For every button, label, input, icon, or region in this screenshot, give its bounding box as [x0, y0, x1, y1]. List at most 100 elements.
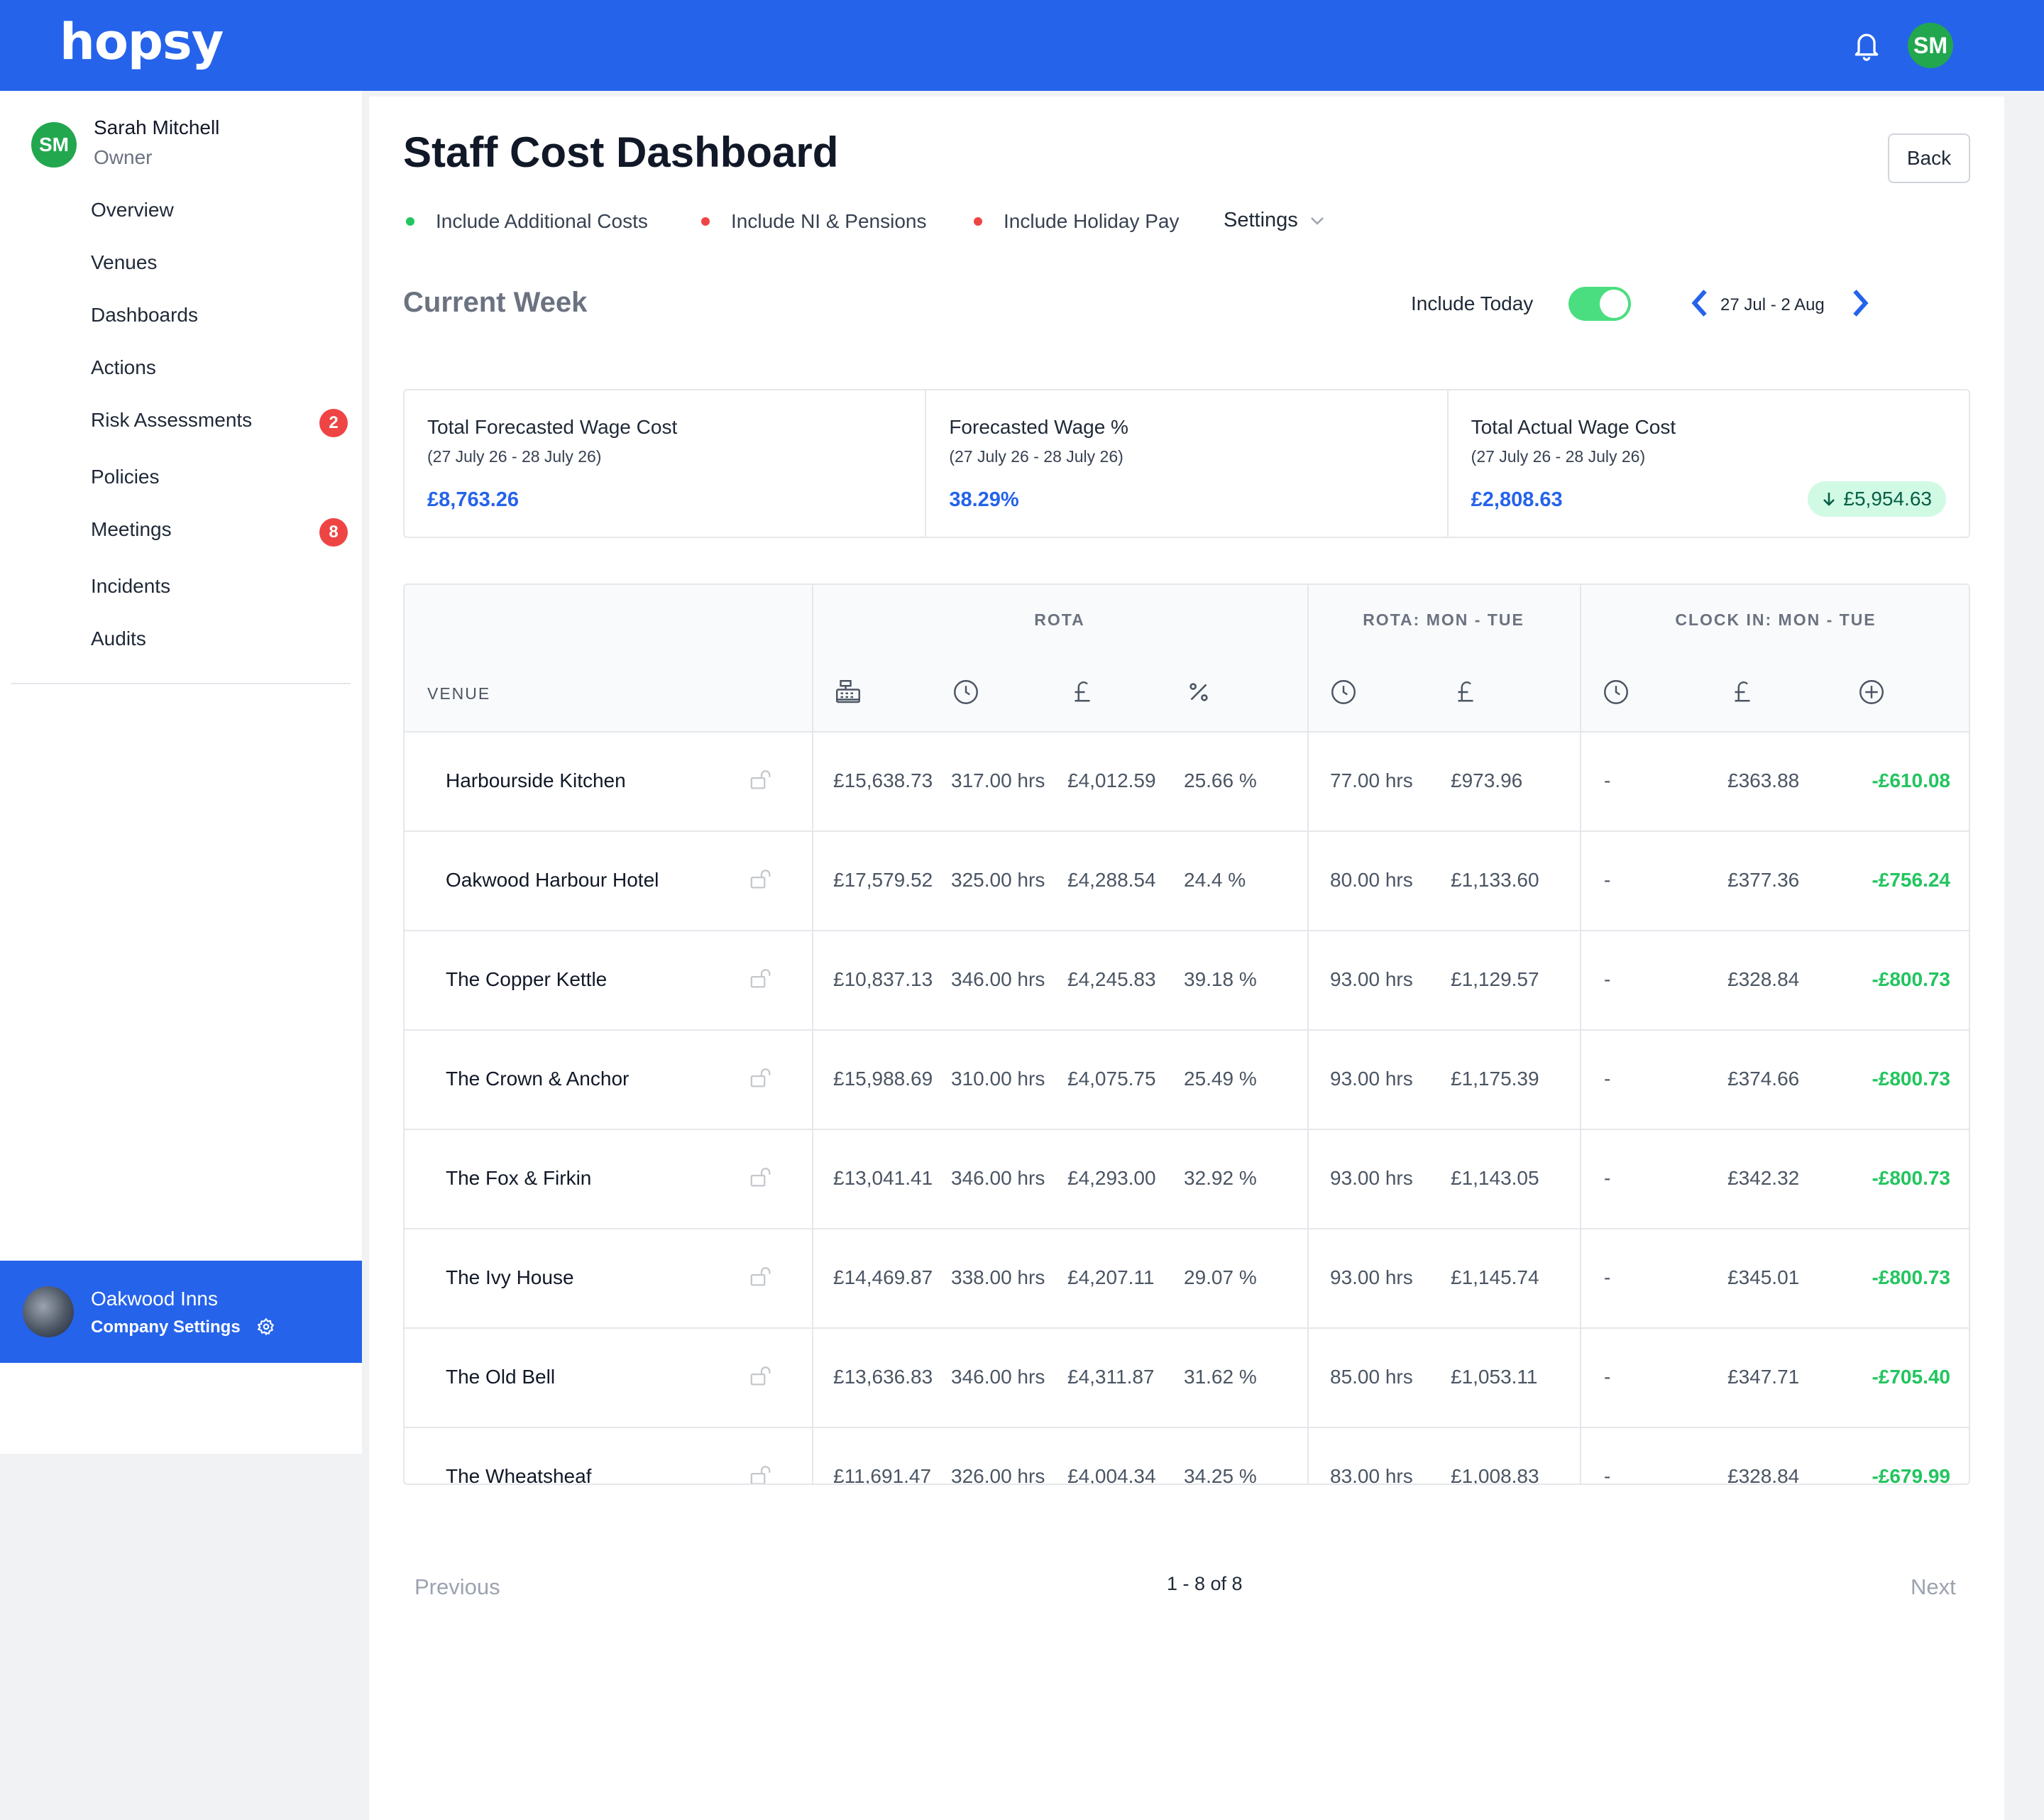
pagination-info: 1 - 8 of 8: [1167, 1573, 1243, 1594]
cell-rota-cost: £4,075.75: [1067, 1068, 1156, 1090]
sidebar-item-venues[interactable]: Venues: [91, 251, 157, 274]
top-user-avatar[interactable]: SM: [1908, 23, 1953, 68]
company-avatar: [23, 1286, 74, 1337]
cell-rota-cost: £4,004.34: [1067, 1465, 1156, 1485]
include-today-toggle[interactable]: [1568, 287, 1631, 321]
cell-venue-name[interactable]: The Ivy House: [446, 1266, 574, 1289]
cell-rota-hours: 346.00 hrs: [951, 968, 1045, 990]
cell-forecast-sales: £11,691.47: [833, 1465, 932, 1485]
cell-clock-in-difference: -£800.73: [1872, 968, 1950, 990]
table-row[interactable]: The Crown & Anchor £15,988.69 310.00 hrs £4…: [405, 1031, 1969, 1130]
cell-clock-in-difference: -£610.08: [1872, 769, 1950, 791]
back-button[interactable]: Back: [1888, 133, 1970, 183]
clock-icon[interactable]: [1601, 677, 1631, 707]
cell-mon-tue-cost: £1,143.05: [1451, 1167, 1539, 1189]
gear-icon[interactable]: [257, 1317, 275, 1336]
cell-clock-in-cost: £345.01: [1727, 1266, 1800, 1288]
card-label: Forecasted Wage %: [949, 416, 1128, 438]
option-additional-costs[interactable]: Include Additional Costs: [406, 210, 648, 233]
cell-clock-in-hours: -: [1604, 869, 1611, 891]
cell-mon-tue-hours: 93.00 hrs: [1330, 1068, 1413, 1090]
company-switcher[interactable]: Oakwood Inns Company Settings: [0, 1261, 362, 1363]
status-dot-red: [974, 217, 982, 226]
user-role: Owner: [94, 146, 153, 168]
group-header-rota: ROTA: [1034, 610, 1085, 629]
cell-venue-name[interactable]: The Copper Kettle: [446, 968, 607, 991]
bell-icon[interactable]: [1851, 28, 1882, 62]
cell-mon-tue-hours: 93.00 hrs: [1330, 1266, 1413, 1288]
chevron-left-icon[interactable]: [1689, 287, 1710, 319]
cell-rota-hours: 326.00 hrs: [951, 1465, 1045, 1485]
settings-dropdown-label: Settings: [1224, 209, 1298, 231]
cell-rota-cost: £4,012.59: [1067, 769, 1156, 791]
unlock-icon[interactable]: [749, 769, 774, 791]
cell-venue-name[interactable]: The Fox & Firkin: [446, 1167, 591, 1190]
unlock-icon[interactable]: [749, 1465, 774, 1485]
clock-icon[interactable]: [951, 677, 981, 707]
cell-clock-in-hours: -: [1604, 1266, 1611, 1288]
company-settings-link[interactable]: Company Settings: [91, 1317, 241, 1337]
cell-clock-in-cost: £377.36: [1727, 869, 1800, 891]
clock-icon[interactable]: [1329, 677, 1358, 707]
cash-register-icon[interactable]: [833, 677, 863, 707]
cell-forecast-sales: £14,469.87: [833, 1266, 933, 1288]
sidebar-item-dashboards[interactable]: Dashboards: [91, 304, 198, 327]
cell-venue-name[interactable]: The Wheatsheaf: [446, 1465, 591, 1484]
cell-clock-in-difference: -£756.24: [1872, 869, 1950, 891]
percent-icon[interactable]: [1184, 677, 1214, 707]
card-forecasted-wage-pct: Forecasted Wage % (27 July 26 - 28 July …: [926, 390, 1449, 537]
cell-mon-tue-hours: 77.00 hrs: [1330, 769, 1413, 791]
chevron-down-icon: [1310, 216, 1324, 225]
card-value: 38.29%: [949, 488, 1019, 511]
cell-rota-hours: 310.00 hrs: [951, 1068, 1045, 1090]
sidebar-item-incidents[interactable]: Incidents: [91, 575, 170, 598]
plus-circle-icon[interactable]: [1857, 677, 1886, 707]
unlock-icon[interactable]: [749, 1366, 774, 1387]
table-row[interactable]: The Old Bell £13,636.83 346.00 hrs £4,311.8…: [405, 1329, 1969, 1428]
unlock-icon[interactable]: [749, 1266, 774, 1288]
sidebar-item-meetings[interactable]: Meetings: [91, 518, 172, 541]
cell-rota-cost: £4,245.83: [1067, 968, 1156, 990]
table-row[interactable]: Oakwood Harbour Hotel £17,579.52 325.00 hr…: [405, 832, 1969, 931]
sidebar-item-policies[interactable]: Policies: [91, 466, 159, 488]
table-row[interactable]: The Copper Kettle £10,837.13 346.00 hrs £4,…: [405, 931, 1969, 1031]
sidebar-item-actions[interactable]: Actions: [91, 356, 156, 379]
next-page-button[interactable]: Next: [1911, 1574, 1956, 1600]
option-holiday-pay[interactable]: Include Holiday Pay: [974, 210, 1179, 233]
table-row[interactable]: Harbourside Kitchen £15,638.73 317.00 hrs £…: [405, 733, 1969, 832]
unlock-icon[interactable]: [749, 968, 774, 990]
pound-icon[interactable]: [1067, 677, 1097, 707]
unlock-icon[interactable]: [749, 1068, 774, 1089]
venue-column-header: VENUE: [427, 684, 491, 703]
pound-icon[interactable]: [1727, 677, 1757, 707]
cell-venue-name[interactable]: Harbourside Kitchen: [446, 769, 626, 792]
sidebar-item-overview[interactable]: Overview: [91, 199, 174, 221]
settings-dropdown[interactable]: Settings: [1224, 209, 1325, 232]
cell-venue-name[interactable]: Oakwood Harbour Hotel: [446, 869, 659, 892]
table-row[interactable]: The Fox & Firkin £13,041.41 346.00 hrs £4,2…: [405, 1130, 1969, 1229]
cell-mon-tue-hours: 93.00 hrs: [1330, 1167, 1413, 1189]
cell-venue-name[interactable]: The Crown & Anchor: [446, 1068, 629, 1090]
pound-icon[interactable]: [1451, 677, 1480, 707]
table-row[interactable]: The Ivy House £14,469.87 338.00 hrs £4,207.…: [405, 1229, 1969, 1329]
sidebar-item-audits[interactable]: Audits: [91, 627, 146, 650]
main-panel: Staff Cost Dashboard Back Include Additi…: [369, 97, 2004, 1820]
cell-mon-tue-cost: £1,175.39: [1451, 1068, 1539, 1090]
cell-clock-in-difference: -£679.99: [1872, 1465, 1950, 1485]
app-logo[interactable]: hopsy: [60, 13, 224, 71]
venue-cost-table: ROTA ROTA: MON - TUE CLOCK IN: MON - TUE…: [403, 583, 1970, 1485]
previous-page-button[interactable]: Previous: [414, 1574, 500, 1600]
cell-rota-hours: 346.00 hrs: [951, 1167, 1045, 1189]
user-avatar: SM: [31, 122, 77, 168]
cell-rota-cost: £4,207.11: [1067, 1266, 1155, 1288]
option-ni-pensions[interactable]: Include NI & Pensions: [701, 210, 927, 233]
unlock-icon[interactable]: [749, 869, 774, 890]
cell-venue-name[interactable]: The Old Bell: [446, 1366, 555, 1388]
unlock-icon[interactable]: [749, 1167, 774, 1188]
table-row[interactable]: The Wheatsheaf £11,691.47 326.00 hrs £4,004…: [405, 1428, 1969, 1485]
card-value: £8,763.26: [427, 488, 520, 511]
cell-mon-tue-cost: £1,133.60: [1451, 869, 1539, 891]
chevron-right-icon[interactable]: [1850, 287, 1871, 319]
sidebar-item-risk-assessments[interactable]: Risk Assessments: [91, 409, 252, 432]
cell-mon-tue-hours: 85.00 hrs: [1330, 1366, 1413, 1388]
